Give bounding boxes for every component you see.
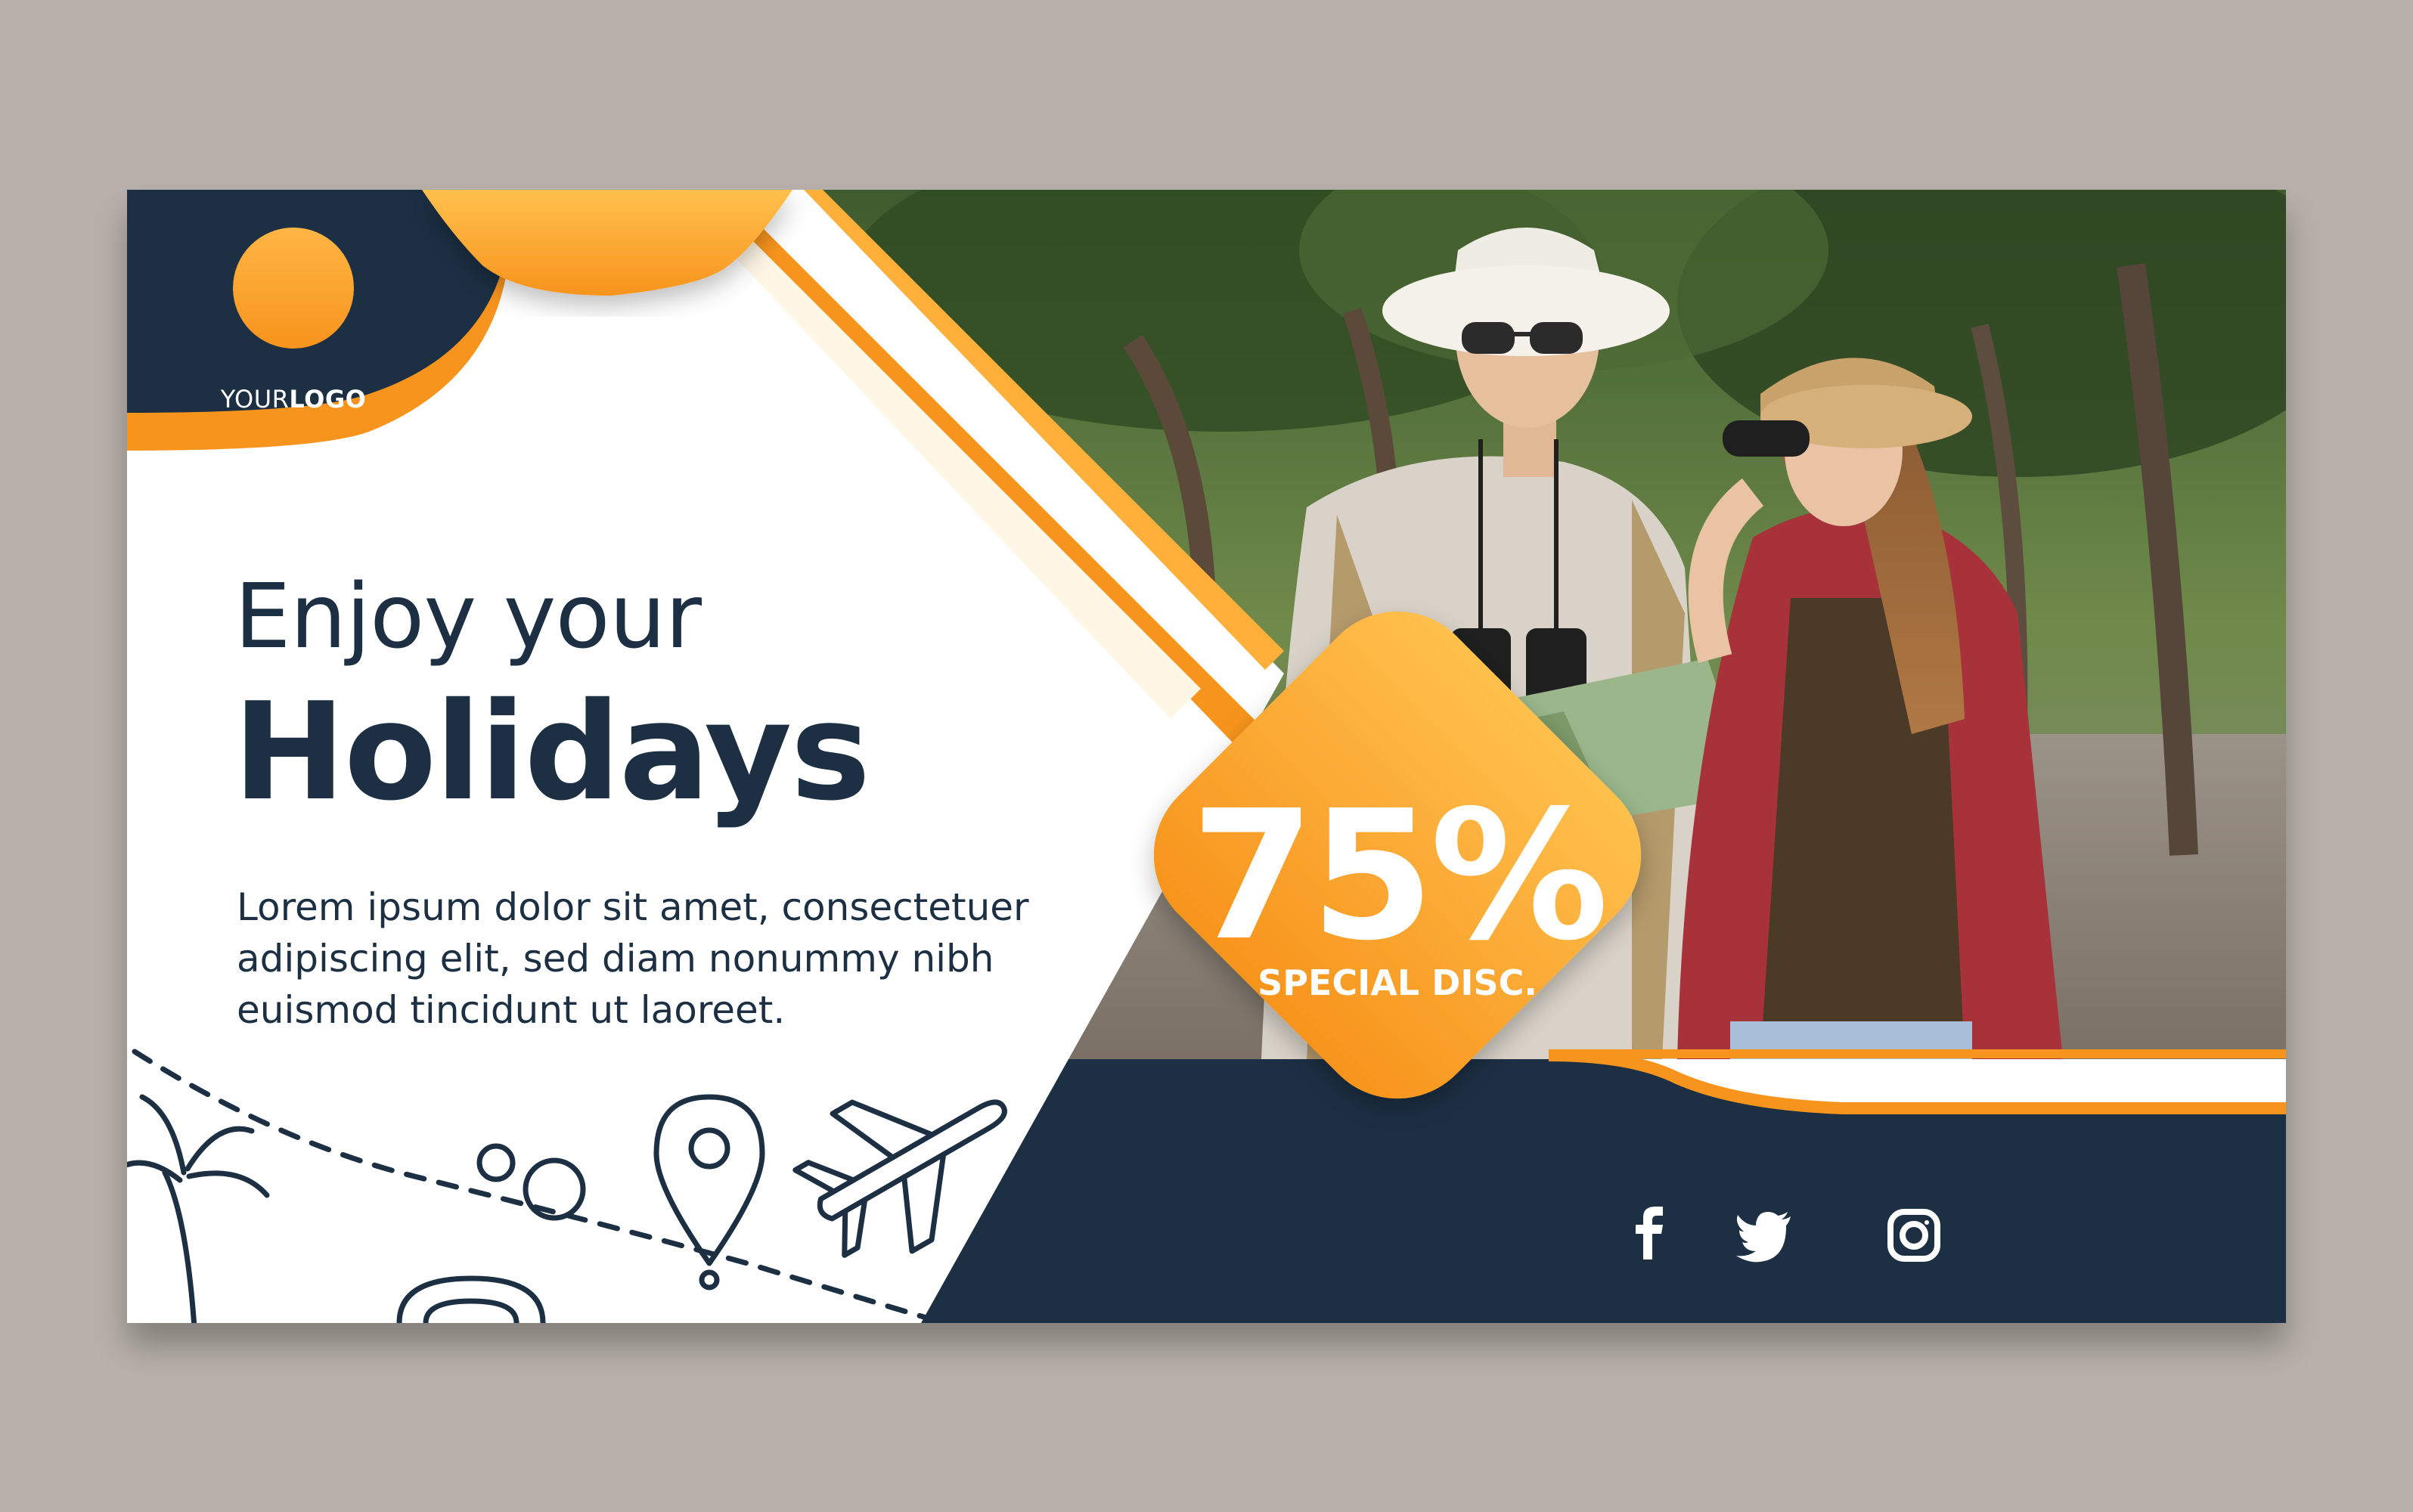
logo-suffix: LOGO (289, 385, 367, 414)
holiday-banner: YOURLOGO Enjoy your Holidays Lorem ipsum… (127, 190, 2286, 1323)
headline-line-1: Enjoy your (234, 564, 702, 668)
discount-label: SPECIAL DISC. (1258, 962, 1537, 1003)
discount-value: 75% (1190, 772, 1609, 980)
body-copy: Lorem ipsum dolor sit amet, consectetuer… (237, 881, 1106, 1036)
logo-mark (233, 228, 354, 349)
body-line-3: euismod tincidunt ut laoreet. (237, 988, 786, 1032)
body-line-2: adipiscing elit, sed diam nonummy nibh (237, 937, 994, 981)
logo-prefix: YOUR (220, 385, 290, 414)
body-line-1: Lorem ipsum dolor sit amet, consectetuer (237, 885, 1029, 929)
headline-line-2: Holidays (233, 674, 870, 830)
logo-text: YOURLOGO (218, 385, 369, 414)
